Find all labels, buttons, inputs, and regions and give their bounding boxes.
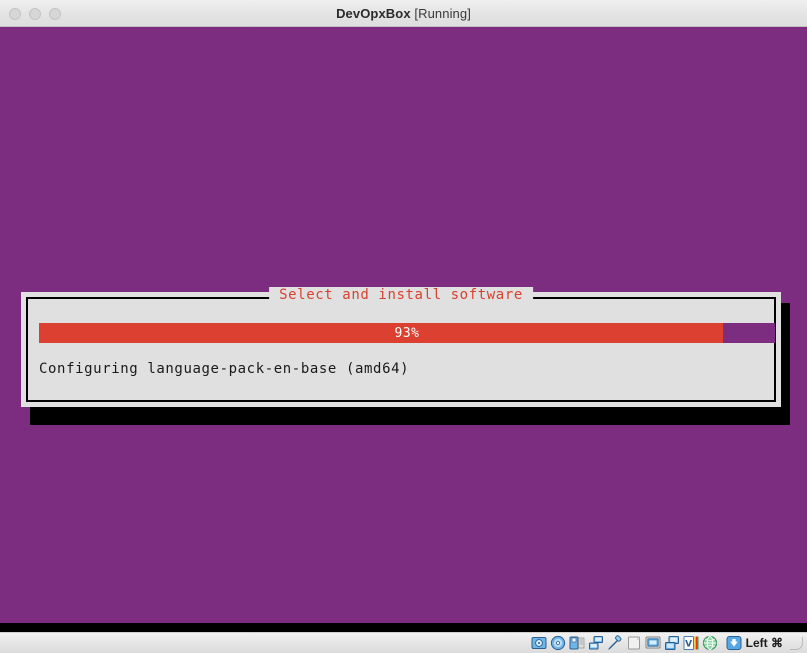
vm-statusbar: V Left ⌘ — [0, 632, 807, 653]
dialog-status-text: Configuring language-pack-en-base (amd64… — [39, 361, 410, 377]
progress-bar-track: 93% — [39, 323, 775, 343]
zoom-button[interactable] — [49, 7, 61, 20]
floppy-drive-icon[interactable] — [569, 635, 585, 651]
close-button[interactable] — [9, 7, 21, 20]
window-title: DevOpxBox [Running] — [0, 6, 807, 21]
usb-icon[interactable] — [607, 635, 623, 651]
virtualbox-vm-window: DevOpxBox [Running] Select and install s… — [0, 0, 807, 653]
window-resize-grip[interactable] — [789, 635, 803, 651]
svg-text:V: V — [685, 639, 692, 649]
optical-drive-icon[interactable] — [550, 635, 566, 651]
vm-features-icon[interactable]: V — [683, 635, 699, 651]
host-key-indicator[interactable]: Left ⌘ — [726, 635, 783, 651]
recording-icon[interactable] — [664, 635, 680, 651]
guest-screen-bottom-band — [0, 623, 807, 632]
statusbar-icon-group: V Left ⌘ — [531, 633, 803, 653]
minimize-button[interactable] — [29, 7, 41, 20]
shared-folders-icon[interactable] — [626, 635, 642, 651]
globe-icon[interactable] — [702, 635, 718, 651]
install-progress-dialog: Select and install software 93% Configur… — [21, 287, 781, 407]
host-key-arrow-icon[interactable] — [726, 635, 742, 651]
host-key-label: Left ⌘ — [745, 636, 783, 650]
progress-percent-label: 93% — [394, 325, 420, 341]
window-title-run-state: [Running] — [414, 5, 471, 21]
hard-disk-icon[interactable] — [531, 635, 547, 651]
dialog-frame: Select and install software 93% Configur… — [26, 287, 776, 402]
traffic-light-group — [9, 0, 61, 27]
display-icon[interactable] — [645, 635, 661, 651]
dialog-title: Select and install software — [269, 287, 533, 303]
window-titlebar: DevOpxBox [Running] — [0, 0, 807, 27]
network-icon[interactable] — [588, 635, 604, 651]
vm-guest-screen[interactable]: Select and install software 93% Configur… — [0, 27, 807, 632]
window-title-app-name: DevOpxBox — [336, 5, 411, 21]
